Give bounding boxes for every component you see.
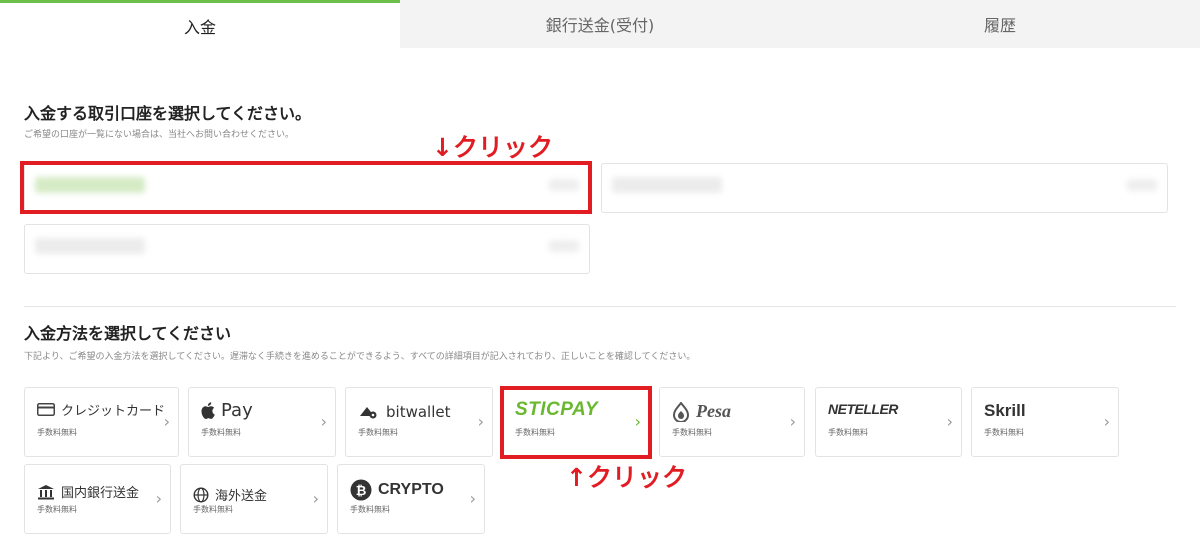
method-fee: 手数料無料 xyxy=(358,428,398,437)
method-label: Skrill xyxy=(984,401,1026,421)
method-label: bitwallet xyxy=(358,403,450,421)
method-crypto[interactable]: ₿ CRYPTO 手数料無料 › xyxy=(337,464,485,534)
credit-card-icon xyxy=(37,403,55,416)
chevron-right-icon: › xyxy=(1103,412,1110,431)
account-section-subtitle: ご希望の口座が一覧にない場合は、当社へお問い合わせください。 xyxy=(24,130,295,140)
account-balance-blurred xyxy=(1127,179,1157,191)
method-fee: 手数料無料 xyxy=(672,428,712,437)
method-neteller[interactable]: NETELLER 手数料無料 › xyxy=(815,387,962,457)
tab-deposit[interactable]: 入金 xyxy=(0,0,400,48)
method-label: 国内銀行送金 xyxy=(37,482,139,501)
pesa-label: Pesa xyxy=(696,401,731,421)
method-section-subtitle: 下記より、ご希望の入金方法を選択してください。遅滞なく手続きを進めることができる… xyxy=(24,352,696,362)
bitcoin-icon: ₿ xyxy=(350,479,372,501)
method-fee: 手数料無料 xyxy=(515,428,555,437)
method-apple-pay[interactable]: Pay 手数料無料 › xyxy=(188,387,336,457)
method-fee: 手数料無料 xyxy=(193,505,233,514)
method-fee: 手数料無料 xyxy=(350,505,390,514)
account-card-2[interactable] xyxy=(601,163,1168,213)
bitwallet-icon xyxy=(360,407,377,419)
account-card-1[interactable] xyxy=(24,163,590,213)
domestic-bank-label: 国内銀行送金 xyxy=(61,486,140,501)
method-skrill[interactable]: Skrill 手数料無料 › xyxy=(971,387,1119,457)
globe-icon xyxy=(193,486,209,503)
method-label: 海外送金 xyxy=(193,485,267,504)
chevron-right-icon: › xyxy=(155,489,162,508)
method-fee: 手数料無料 xyxy=(37,428,77,437)
bank-icon xyxy=(38,484,54,499)
account-section-title: 入金する取引口座を選択してください。 xyxy=(24,104,312,123)
account-balance-blurred xyxy=(549,179,579,191)
method-fee: 手数料無料 xyxy=(984,428,1024,437)
method-fee: 手数料無料 xyxy=(828,428,868,437)
chevron-right-icon: › xyxy=(163,412,170,431)
method-label: NETELLER xyxy=(828,401,898,417)
method-fee: 手数料無料 xyxy=(201,428,241,437)
chevron-right-icon: › xyxy=(946,412,953,431)
bitwallet-label: bitwallet xyxy=(386,403,451,421)
method-domestic-bank[interactable]: 国内銀行送金 手数料無料 › xyxy=(24,464,171,534)
method-overseas-transfer[interactable]: 海外送金 手数料無料 › xyxy=(180,464,328,534)
chevron-right-icon: › xyxy=(634,412,641,431)
chevron-right-icon: › xyxy=(320,412,327,431)
account-balance-blurred xyxy=(549,240,579,252)
method-label: ₿ CRYPTO xyxy=(350,479,444,501)
chevron-right-icon: › xyxy=(789,412,796,431)
chevron-right-icon: › xyxy=(312,489,319,508)
pesa-icon xyxy=(672,401,690,422)
account-name-blurred xyxy=(612,177,722,193)
method-label: STICPAY xyxy=(515,399,598,421)
tab-bar: 入金 銀行送金(受付) 履歴 xyxy=(0,0,1200,48)
section-divider xyxy=(24,306,1176,307)
account-card-3[interactable] xyxy=(24,224,590,274)
credit-card-label: クレジットカード xyxy=(61,404,166,419)
method-label: Pay xyxy=(201,400,253,421)
chevron-right-icon: › xyxy=(477,412,484,431)
tab-history[interactable]: 履歴 xyxy=(800,0,1200,48)
method-bitwallet[interactable]: bitwallet 手数料無料 › xyxy=(345,387,493,457)
sticpay-logo: STICPAY xyxy=(515,399,599,420)
click-annotation-top: ↓クリック xyxy=(432,133,553,162)
click-annotation-bottom: ↑クリック xyxy=(566,463,687,492)
chevron-right-icon: › xyxy=(469,489,476,508)
apple-pay-label: Pay xyxy=(221,400,253,421)
account-name-blurred xyxy=(35,177,145,193)
method-label: Pesa xyxy=(672,401,731,422)
skrill-logo: Skrill xyxy=(984,401,1026,420)
method-fee: 手数料無料 xyxy=(37,505,77,514)
method-credit-card[interactable]: クレジットカード 手数料無料 › xyxy=(24,387,179,457)
account-name-blurred xyxy=(35,238,145,254)
method-label: クレジットカード xyxy=(37,400,165,419)
overseas-transfer-label: 海外送金 xyxy=(215,489,268,504)
method-pesa[interactable]: Pesa 手数料無料 › xyxy=(659,387,805,457)
crypto-label: CRYPTO xyxy=(378,481,444,498)
apple-icon xyxy=(201,402,215,419)
method-sticpay[interactable]: STICPAY 手数料無料 › xyxy=(502,387,650,457)
svg-text:₿: ₿ xyxy=(356,484,367,499)
neteller-logo: NETELLER xyxy=(828,401,898,417)
tab-bank-transfer[interactable]: 銀行送金(受付) xyxy=(400,0,800,48)
method-section-title: 入金方法を選択してください xyxy=(24,324,232,343)
